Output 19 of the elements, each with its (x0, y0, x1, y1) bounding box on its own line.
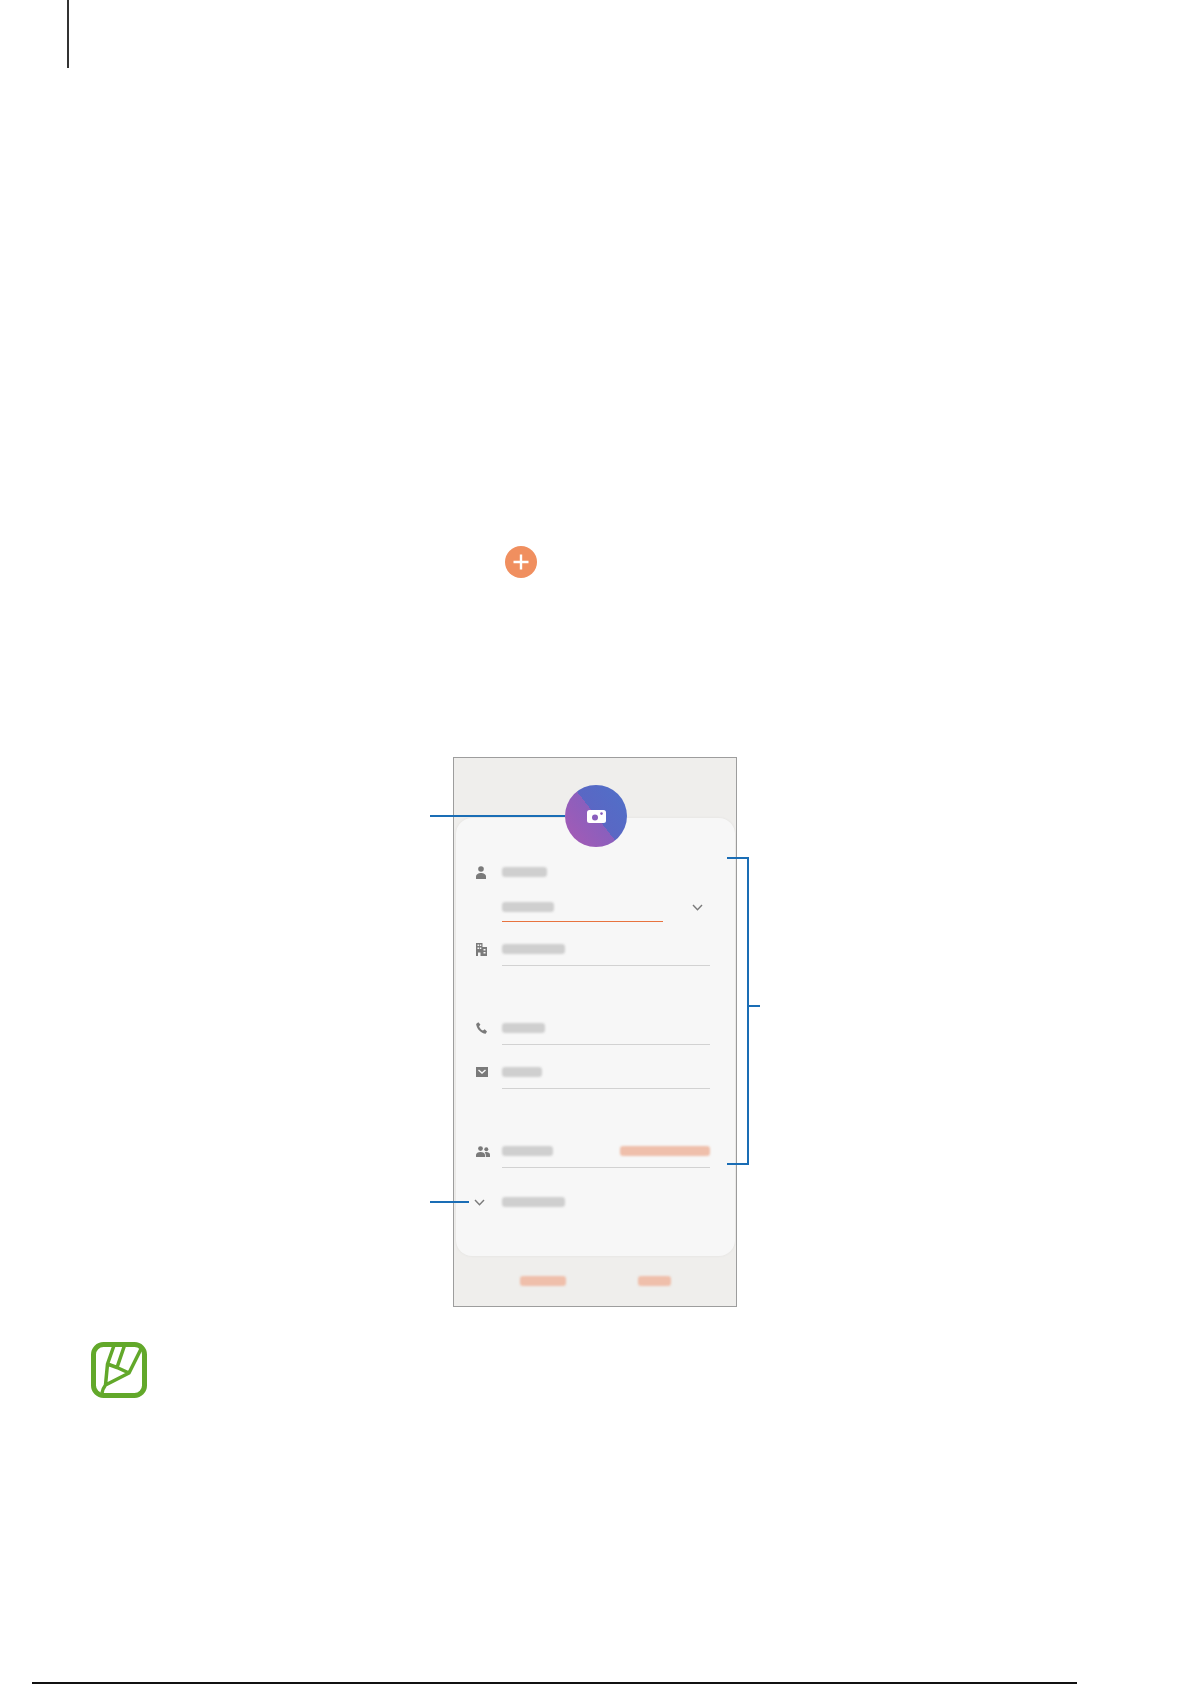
people-icon (476, 1145, 490, 1157)
phone-icon (476, 1022, 487, 1034)
leader-line (430, 1201, 469, 1203)
blurred-text (502, 867, 547, 877)
blurred-text (502, 1197, 565, 1207)
blurred-text (502, 1022, 545, 1033)
person-icon (476, 865, 486, 879)
blurred-text (502, 901, 554, 912)
mail-icon (476, 1067, 488, 1077)
building-icon (476, 942, 487, 956)
blurred-button[interactable] (637, 1276, 671, 1286)
blurred-text (502, 1066, 542, 1077)
blurred-text (502, 1145, 553, 1156)
camera-icon (586, 809, 606, 823)
add-icon (505, 546, 537, 578)
pencil-icon (91, 1342, 147, 1398)
blurred-text (502, 943, 565, 954)
blurred-button[interactable] (519, 1276, 566, 1286)
chevron-down-icon[interactable] (692, 903, 703, 911)
